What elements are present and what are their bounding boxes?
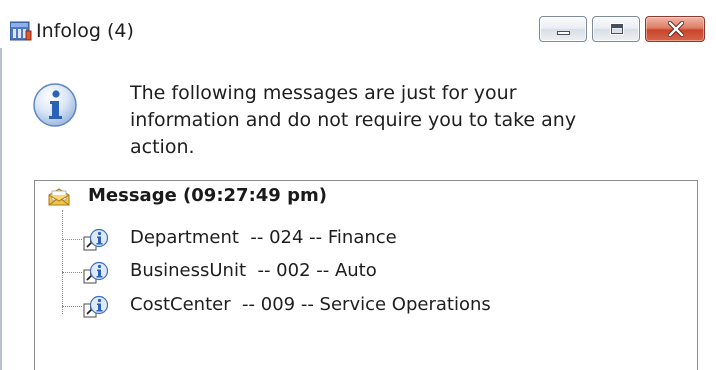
info-message: The following messages are just for your… [130, 80, 690, 161]
tree-item-business-unit[interactable]: BusinessUnit -- 002 -- Auto [62, 257, 662, 287]
window-title: Infolog (4) [36, 20, 134, 42]
info-message-line: information and do not require you to ta… [130, 109, 577, 131]
maximize-icon [611, 24, 623, 34]
tree-item-cost-center[interactable]: CostCenter -- 009 -- Service Operations [62, 291, 662, 321]
tree-branch [62, 272, 82, 273]
tree-item-label: Department -- 024 -- Finance [130, 227, 397, 248]
maximize-button[interactable] [592, 16, 640, 42]
close-button[interactable] [645, 16, 705, 42]
info-message-line: action. [130, 136, 195, 158]
info-message-icon [83, 295, 108, 318]
envelope-icon [48, 188, 70, 206]
tree-item-department[interactable]: Department -- 024 -- Finance [62, 224, 662, 254]
info-message-line: The following messages are just for your [130, 82, 517, 104]
window-left-edge [0, 48, 2, 370]
tree-branch [62, 306, 82, 307]
tree-root-label: Message (09:27:49 pm) [88, 185, 327, 206]
infolog-window: Infolog (4) The following messages are j… [0, 0, 716, 370]
close-icon [668, 21, 684, 37]
minimize-icon [557, 31, 570, 35]
title-bar[interactable]: Infolog (4) [0, 0, 716, 48]
info-message-icon [83, 228, 108, 251]
tree-item-label: CostCenter -- 009 -- Service Operations [130, 294, 491, 315]
infolog-app-icon [10, 21, 32, 41]
information-icon [33, 83, 77, 127]
tree-branch [62, 239, 82, 240]
window-controls [539, 16, 705, 44]
info-message-icon [83, 261, 108, 284]
minimize-button[interactable] [539, 16, 587, 42]
tree-item-label: BusinessUnit -- 002 -- Auto [130, 260, 377, 281]
